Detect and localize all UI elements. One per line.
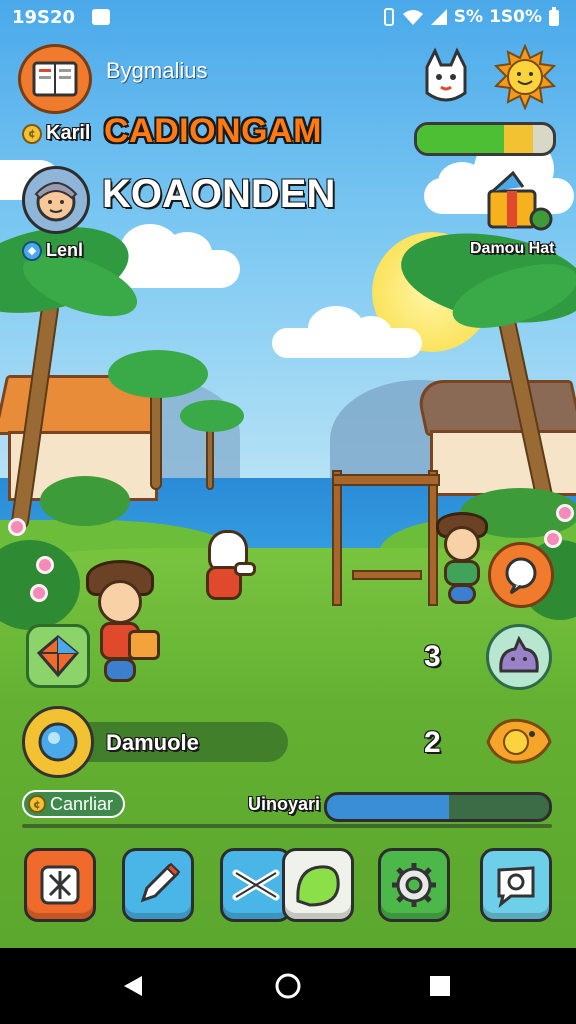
action-label: Damuole: [105, 729, 200, 756]
player-avatar[interactable]: [22, 166, 90, 234]
cloud: [272, 306, 422, 358]
pet-count: 3: [423, 639, 442, 674]
fish-count: 2: [423, 725, 442, 760]
dock-grid-button[interactable]: [24, 848, 96, 922]
sun-icon: [493, 44, 557, 110]
recents-square-icon: [430, 976, 450, 996]
gear-icon: [392, 863, 436, 907]
chat-bubble-button[interactable]: [488, 542, 554, 608]
speech-bubble-icon: [505, 557, 537, 595]
kite-button[interactable]: [26, 624, 90, 688]
back-button[interactable]: [110, 962, 158, 1010]
villager-character[interactable]: [436, 512, 490, 604]
cat-mascot-button[interactable]: [416, 46, 476, 110]
bottom-progress-bar: [324, 792, 552, 822]
home-button[interactable]: [264, 962, 312, 1010]
book-icon: [32, 61, 78, 97]
house-right[interactable]: [414, 380, 576, 500]
player-name: KOAONDEN: [101, 171, 336, 217]
player-prefix-text: Karil: [45, 121, 91, 145]
pet-button[interactable]: [486, 624, 552, 690]
scissors-icon: [232, 869, 280, 901]
swing-set[interactable]: [332, 470, 440, 610]
magnifier-action-button[interactable]: [22, 706, 94, 778]
level-badge: ◆ Lenl: [22, 239, 84, 261]
system-nav-bar: [0, 948, 576, 1024]
right-label: Damou Hat: [469, 239, 555, 258]
dock-leaf-button[interactable]: [282, 848, 354, 922]
kite-icon: [36, 635, 80, 678]
cat-icon: [425, 47, 467, 102]
gift-box-button[interactable]: [482, 168, 554, 236]
energy-progress-fill: [417, 125, 533, 153]
notification-icon: [92, 9, 110, 25]
pet-icon: [499, 635, 539, 673]
left-pill-badge[interactable]: ¢ Canrliar: [22, 790, 126, 818]
battery-icon: [549, 7, 559, 26]
fish-icon: [486, 718, 552, 764]
level-label: Lenl: [45, 239, 84, 261]
dock-settings-button[interactable]: [378, 848, 450, 922]
farmer-character[interactable]: [84, 560, 164, 686]
bottom-progress-label: Uinoyari: [247, 793, 321, 815]
recents-button[interactable]: [416, 962, 464, 1010]
avatar-icon: [34, 182, 78, 222]
level-icon: ◆: [22, 240, 42, 261]
dock-pen-button[interactable]: [122, 848, 194, 922]
status-bar: 19S20 S% 1S0%: [0, 0, 576, 36]
home-circle-icon: [275, 973, 301, 999]
coin-icon: ¢: [22, 123, 42, 144]
vibrate-icon: [383, 8, 394, 26]
coin-icon: ¢: [28, 795, 46, 813]
battery-text: 1S0%: [489, 7, 542, 27]
signal-text: S%: [453, 7, 484, 27]
game-title: CADIONGAM: [104, 112, 322, 150]
fish-button[interactable]: [482, 706, 554, 776]
flower: [556, 504, 574, 522]
grid-icon: [40, 865, 80, 905]
bottom-progress-fill: [327, 795, 450, 819]
cell-signal-icon: [430, 9, 447, 25]
back-triangle-icon: [124, 976, 142, 996]
flower: [36, 556, 54, 574]
flower: [30, 584, 48, 602]
bush: [40, 476, 130, 526]
magnifier-icon: [38, 722, 78, 762]
wifi-icon: [402, 10, 423, 25]
subtitle-text: Bygmalius: [106, 58, 208, 83]
leaf-icon: [296, 865, 340, 907]
energy-progress-bar: [414, 122, 556, 156]
gift-box-icon: [487, 170, 553, 231]
left-pill-label: Canrliar: [50, 793, 114, 814]
pen-icon: [140, 862, 181, 903]
dock-chat-button[interactable]: [480, 848, 552, 922]
clock: 19S20: [12, 7, 76, 28]
onigiri-character[interactable]: [204, 530, 260, 604]
quest-book-button[interactable]: [18, 44, 92, 114]
flower: [8, 518, 26, 536]
sun-bonus-button[interactable]: [492, 44, 558, 110]
flower: [544, 530, 562, 548]
player-prefix-badge: ¢ Karil: [22, 121, 91, 145]
chat-icon: [497, 866, 535, 908]
divider: [22, 824, 552, 828]
